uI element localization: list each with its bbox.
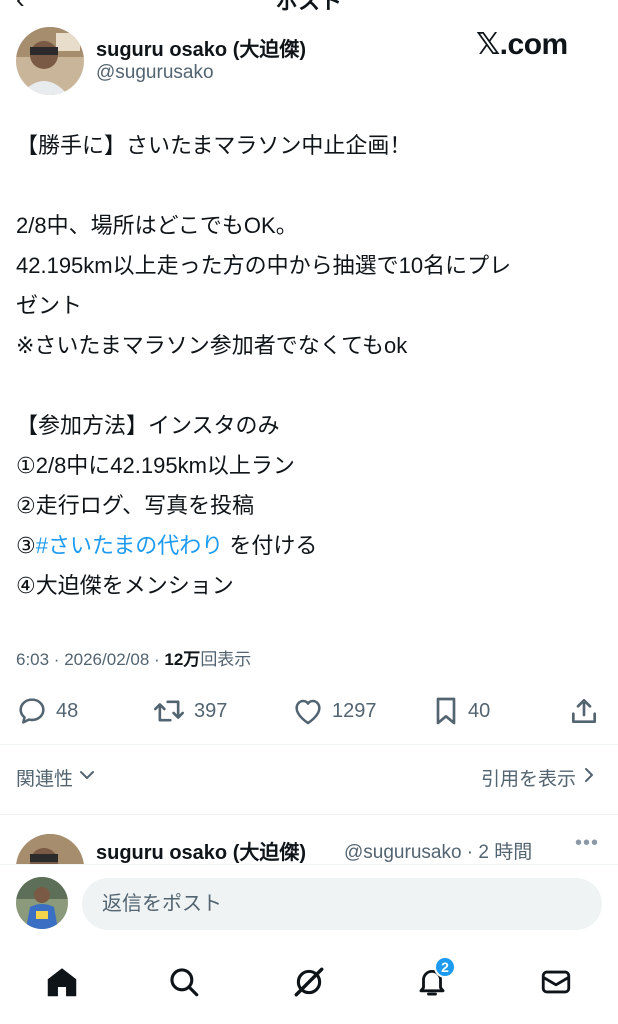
sort-label: 関連性 (16, 769, 74, 790)
tab-search[interactable] (162, 962, 206, 1006)
tab-home[interactable] (40, 962, 84, 1006)
reply-composer (0, 864, 618, 942)
tweet-line: 【勝手に】さいたまマラソン中止企画！ (16, 133, 412, 158)
tweet-line: ①2/8中に42.195km以上ラン (16, 453, 295, 478)
sort-relevance-dropdown[interactable]: 関連性 (16, 764, 97, 791)
more-options-icon[interactable]: ••• (575, 832, 599, 855)
tweet-line: ②走行ログ、写真を投稿 (16, 493, 255, 518)
tab-grok[interactable] (287, 962, 331, 1006)
step-number: ③ (16, 533, 36, 558)
like-button[interactable]: 1297 (292, 694, 377, 728)
mail-icon (539, 965, 573, 1004)
tweet-line: ④大迫傑をメンション (16, 573, 234, 598)
chevron-down-icon (77, 765, 97, 791)
tab-messages[interactable] (534, 962, 578, 1006)
author-avatar[interactable] (16, 27, 84, 95)
divider (0, 814, 618, 815)
hashtag-link[interactable]: #さいたまの代わり (36, 533, 224, 558)
author-handle[interactable]: @sugurusako (96, 62, 214, 84)
share-button[interactable] (568, 694, 600, 728)
view-count: 12万 (164, 650, 201, 669)
quotes-label: 引用を表示 (480, 769, 576, 790)
search-icon (167, 965, 201, 1004)
my-avatar[interactable] (16, 877, 68, 929)
tab-notifications[interactable]: 2 (410, 956, 456, 1006)
tweet-line: ③#さいたまの代わり を付ける (16, 526, 596, 566)
view-label: 回表示 (200, 650, 252, 669)
screen-title: ポスト (275, 0, 342, 14)
tweet-text: 【勝手に】さいたまマラソン中止企画！ 2/8中、場所はどこでもOK。 42.19… (16, 126, 596, 606)
view-quotes-link[interactable]: 引用を表示 (481, 764, 596, 791)
repost-count: 397 (194, 699, 228, 722)
chevron-right-icon (582, 765, 596, 791)
repost-button[interactable]: 397 (152, 694, 227, 728)
reply-icon (16, 695, 48, 727)
reply-author-name[interactable]: suguru osako (大迫傑) (96, 836, 306, 864)
timestamp[interactable]: 6:03 · 2026/02/08 · (16, 650, 164, 669)
bookmark-button[interactable]: 40 (432, 694, 490, 728)
step-text: を付ける (223, 533, 318, 558)
home-icon (44, 964, 80, 1005)
reply-button[interactable]: 48 (16, 694, 78, 728)
like-count: 1297 (332, 699, 377, 722)
reply-preview[interactable]: suguru osako (大迫傑) @sugurusako · 2 時間 ••… (0, 828, 618, 864)
tweet-meta: 6:03 · 2026/02/08 · 12万回表示 (16, 645, 251, 670)
reply-handle-time[interactable]: @sugurusako · 2 時間 (344, 837, 532, 864)
bookmark-count: 40 (468, 699, 491, 722)
heart-icon (292, 696, 324, 726)
tweet-line: 【参加方法】インスタのみ (16, 413, 280, 438)
action-bar: 48 397 1297 40 (0, 694, 618, 728)
share-icon (568, 695, 600, 727)
top-bar: ‹ ポスト (0, 0, 618, 14)
bottom-tab-bar: 2 (0, 942, 618, 1024)
reply-count: 48 (56, 699, 79, 722)
tweet-line: 2/8中、場所はどこでもOK。 (16, 213, 298, 238)
tweet-line: ※さいたまマラソン参加者でなくてもok (16, 333, 408, 358)
reply-input[interactable] (82, 878, 602, 930)
x-com-logo: 𝕏.com (476, 28, 568, 61)
repost-icon (152, 695, 186, 727)
tweet-line: ゼント (16, 293, 83, 318)
tweet-line: 42.195km以上走った方の中から抽選で10名にプレ (16, 253, 512, 278)
notification-badge: 2 (434, 956, 456, 978)
bookmark-icon (432, 695, 460, 727)
reply-avatar[interactable] (16, 834, 84, 864)
author-name[interactable]: suguru osako (大迫傑) (96, 33, 306, 62)
grok-icon (292, 965, 326, 1004)
divider (0, 744, 618, 745)
